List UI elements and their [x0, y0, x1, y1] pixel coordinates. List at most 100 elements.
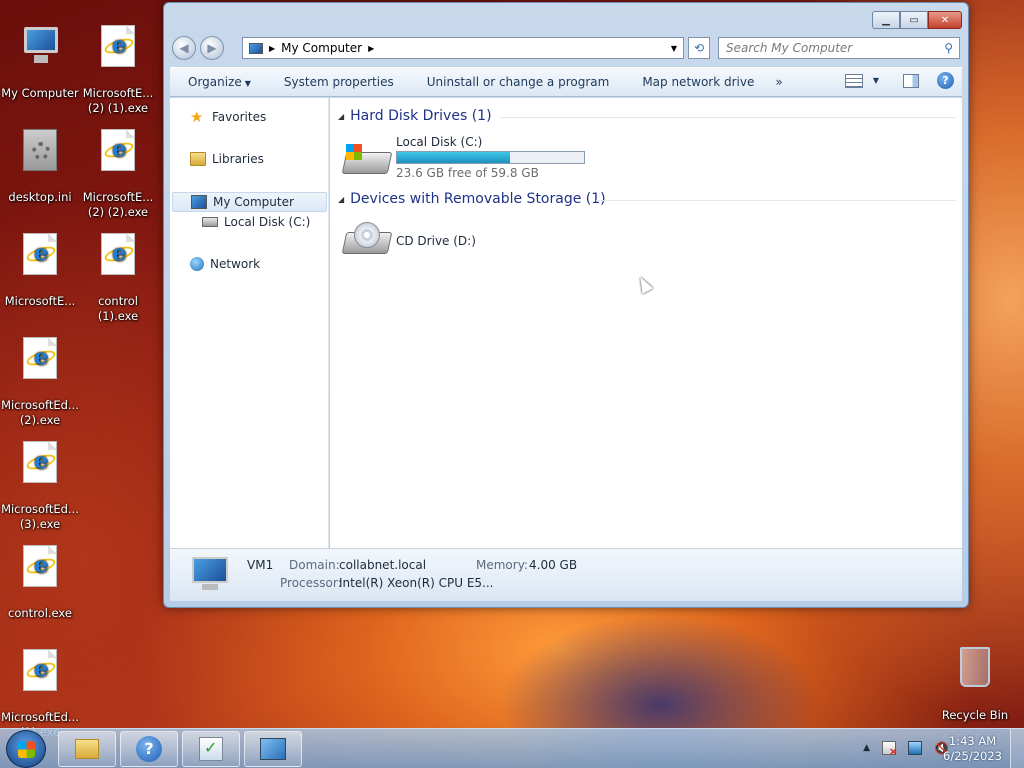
nav-item-network[interactable]: Network: [190, 257, 260, 271]
chevron-right-icon[interactable]: ▶: [368, 44, 374, 53]
nav-item-label: Favorites: [212, 110, 267, 124]
desktop-icon-label: control.exe: [8, 606, 72, 620]
nav-item-label: My Computer: [213, 195, 294, 209]
taskbar-network-app-button[interactable]: [244, 731, 302, 767]
desktop-icon-label: MicrosoftE... (2) (1).exe: [82, 86, 154, 115]
nav-item-libraries[interactable]: Libraries: [190, 152, 264, 166]
desktop-icon-microsoft-e-2-2[interactable]: e MicrosoftE... (2) (2).exe: [78, 114, 158, 235]
computer-icon: [20, 25, 60, 69]
taskbar-help-button[interactable]: ?: [120, 731, 178, 767]
help-icon: ?: [136, 736, 162, 762]
preview-pane-icon[interactable]: [903, 73, 919, 88]
desktop-icon-control-1[interactable]: e control (1).exe: [78, 218, 158, 339]
desktop-icon-my-computer[interactable]: My Computer: [0, 10, 80, 116]
taskbar-installer-button[interactable]: [182, 731, 240, 767]
action-center-icon[interactable]: [882, 741, 898, 758]
cd-drive[interactable]: [341, 222, 393, 256]
collapse-triangle-icon[interactable]: ◢: [338, 112, 344, 121]
windows-logo-icon: [346, 144, 362, 160]
refresh-button[interactable]: ⟲: [688, 37, 710, 59]
view-controls: ▼ ?: [844, 72, 954, 89]
help-icon[interactable]: ?: [937, 72, 954, 89]
chevron-down-icon: ▼: [244, 79, 251, 88]
explorer-window: ▁ ▭ ✕ ◀ ▶ ▶ My Computer ▶ ▼ ⟲ Search My …: [163, 2, 969, 608]
desktop-icon-label: MicrosoftEd... (2).exe: [1, 398, 79, 427]
ie-file-icon: e: [20, 233, 60, 277]
organize-button[interactable]: Organize ▼: [170, 75, 266, 89]
desktop-icon-control[interactable]: e control.exe: [0, 530, 80, 636]
search-icon[interactable]: ⚲: [944, 38, 953, 58]
cd-drive-name[interactable]: CD Drive (D:): [396, 234, 476, 248]
chevron-down-icon[interactable]: ▼: [873, 76, 879, 85]
map-network-drive-button[interactable]: Map network drive: [624, 75, 769, 89]
ie-file-icon: e: [20, 649, 60, 693]
change-view-icon[interactable]: [844, 73, 863, 88]
chevron-right-icon[interactable]: ▶: [269, 44, 275, 53]
ie-file-icon: e: [98, 25, 138, 69]
uninstall-program-button[interactable]: Uninstall or change a program: [409, 75, 625, 89]
nav-item-local-disk[interactable]: Local Disk (C:): [202, 215, 310, 229]
settings-file-icon: [20, 129, 60, 173]
navigation-bar: ◀ ▶ ▶ My Computer ▶ ▼ ⟲ Search My Comput…: [172, 35, 962, 61]
forward-button[interactable]: ▶: [200, 36, 224, 60]
computer-icon: [190, 557, 230, 590]
nav-item-favorites[interactable]: ★ Favorites: [190, 108, 267, 126]
domain-label: Domain:: [289, 558, 340, 572]
nav-item-label: Libraries: [212, 152, 264, 166]
memory-label: Memory:: [476, 558, 528, 572]
nav-item-my-computer[interactable]: My Computer: [172, 192, 327, 212]
star-icon: ★: [190, 108, 204, 126]
address-bar[interactable]: ▶ My Computer ▶ ▼: [242, 37, 684, 59]
network-status-icon[interactable]: [908, 741, 922, 755]
ie-file-icon: e: [20, 441, 60, 485]
more-commands-button[interactable]: »: [769, 75, 797, 89]
computer-icon: [191, 195, 207, 209]
desktop-icon-microsoft-ed-3[interactable]: e MicrosoftEd... (3).exe: [0, 426, 80, 547]
desktop-icon-microsoft-ed-2[interactable]: e MicrosoftEd... (2).exe: [0, 322, 80, 443]
group-divider: [596, 200, 956, 201]
computer-icon: [249, 42, 263, 54]
navigation-pane: ★ Favorites Libraries My Computer Local …: [170, 98, 329, 548]
show-desktop-button[interactable]: [1010, 729, 1024, 768]
network-icon: [190, 257, 204, 271]
taskbar-explorer-button[interactable]: [58, 731, 116, 767]
minimize-button[interactable]: ▁: [872, 11, 900, 29]
maximize-button[interactable]: ▭: [900, 11, 928, 29]
processor-value: Intel(R) Xeon(R) CPU E5...: [339, 576, 494, 590]
group-header-label: Hard Disk Drives (1): [350, 108, 492, 124]
ie-file-icon: e: [98, 129, 138, 173]
chevron-down-icon[interactable]: ▼: [671, 44, 677, 53]
close-button[interactable]: ✕: [928, 11, 962, 29]
ie-file-icon: e: [20, 337, 60, 381]
back-button[interactable]: ◀: [172, 36, 196, 60]
address-location[interactable]: My Computer: [281, 41, 362, 55]
local-disk-usage-fill: [397, 152, 511, 163]
nav-item-label: Network: [210, 257, 261, 271]
clock-time: 1:43 AM: [948, 734, 997, 748]
details-pane: VM1 Domain: collabnet.local Memory: 4.00…: [170, 548, 962, 601]
desktop-icon-label: MicrosoftE...: [4, 294, 76, 308]
group-header-hard-disk-drives[interactable]: ◢ Hard Disk Drives (1): [338, 108, 492, 124]
taskbar: ? ▲ 🔇 1:43 AM 6/25/2023: [0, 728, 1024, 768]
desktop-icon-recycle-bin[interactable]: Recycle Bin: [940, 632, 1010, 738]
command-toolbar: Organize ▼ System properties Uninstall or…: [170, 67, 962, 97]
show-hidden-icons-button[interactable]: ▲: [863, 743, 870, 753]
ie-file-icon: e: [98, 233, 138, 277]
installer-icon: [199, 737, 223, 761]
desktop-icon-desktop-ini[interactable]: desktop.ini: [0, 114, 80, 220]
local-disk-usage-bar: [396, 151, 585, 164]
desktop-icon-label: My Computer: [1, 86, 79, 100]
group-divider: [500, 117, 956, 118]
desktop-icon-label: Recycle Bin: [941, 708, 1009, 722]
desktop-icon-microsoft-e-2-1[interactable]: e MicrosoftE... (2) (1).exe: [78, 10, 158, 131]
start-button[interactable]: [6, 730, 46, 768]
system-properties-button[interactable]: System properties: [266, 75, 409, 89]
search-input[interactable]: Search My Computer ⚲: [718, 37, 960, 59]
clock[interactable]: 1:43 AM 6/25/2023: [943, 734, 1002, 764]
desktop-icon-label: MicrosoftE... (2) (2).exe: [82, 190, 154, 219]
local-disk-name[interactable]: Local Disk (C:): [396, 135, 482, 149]
desktop-icon-microsoft-e[interactable]: e MicrosoftE...: [0, 218, 80, 324]
collapse-triangle-icon[interactable]: ◢: [338, 195, 344, 204]
group-header-removable-storage[interactable]: ◢ Devices with Removable Storage (1): [338, 191, 606, 207]
local-disk-drive[interactable]: [341, 142, 393, 176]
